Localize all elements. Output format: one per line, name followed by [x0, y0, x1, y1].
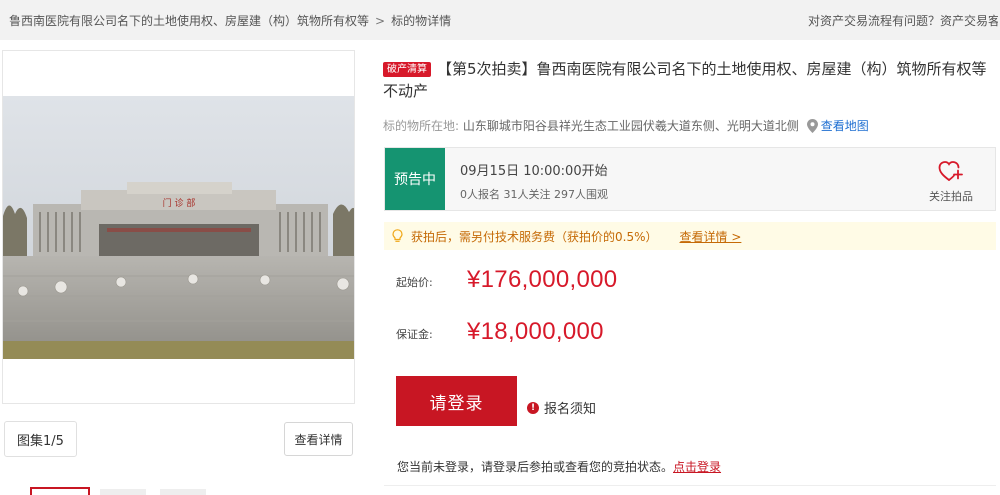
- thumbnail[interactable]: [160, 489, 206, 495]
- section-divider: [384, 485, 996, 495]
- start-price-value: ¥176,000,000: [467, 266, 618, 293]
- login-hint: 您当前未登录，请登录后参拍或查看您的竞拍状态。点击登录: [397, 458, 721, 475]
- lot-title: 【第5次拍卖】鲁西南医院有限公司名下的土地使用权、房屋建（构）筑物所有权等不动产: [383, 60, 987, 100]
- map-pin-icon: [806, 119, 818, 133]
- hospital-photo[interactable]: 门 诊 部: [3, 96, 355, 359]
- follow-label: 关注拍品: [929, 190, 973, 203]
- gallery-counter[interactable]: 图集1/5: [4, 421, 77, 457]
- auction-stats: 0人报名 31人关注 297人围观: [460, 188, 608, 201]
- breadcrumb-separator: >: [375, 14, 386, 28]
- exclamation-icon: !: [527, 401, 539, 414]
- view-details-button[interactable]: 查看详情: [284, 422, 353, 456]
- auction-start-time: 09月15日 10:00:00开始: [460, 164, 608, 179]
- lot-title-block: 破产清算 【第5次拍卖】鲁西南医院有限公司名下的土地使用权、房屋建（构）筑物所有权…: [383, 58, 995, 102]
- view-map-link[interactable]: 查看地图: [821, 119, 869, 133]
- help-link[interactable]: 对资产交易流程有问题？资产交易客: [808, 12, 998, 29]
- click-login-link[interactable]: 点击登录: [673, 460, 721, 474]
- deposit-label: 保证金:: [396, 328, 433, 341]
- main-image-frame: 门 诊 部: [2, 50, 355, 404]
- signup-notes-label: 报名须知: [544, 402, 597, 417]
- thumbnail-selected[interactable]: [30, 487, 90, 495]
- service-fee-notice: 获拍后，需另付技术服务费（获拍价的0.5%） 查看详情 >: [384, 222, 996, 250]
- breadcrumb-item-lot[interactable]: 鲁西南医院有限公司名下的土地使用权、房屋建（构）筑物所有权等: [9, 14, 369, 28]
- notice-text: 获拍后，需另付技术服务费（获拍价的0.5%）: [411, 229, 658, 244]
- status-badge: 预告中: [385, 148, 445, 210]
- bankruptcy-tag: 破产清算: [383, 62, 431, 77]
- start-price-label: 起始价:: [396, 276, 433, 289]
- auction-status-panel: 预告中 09月15日 10:00:00开始 0人报名 31人关注 297人围观 …: [384, 147, 996, 211]
- building-sign: 门 诊 部: [163, 197, 196, 209]
- heart-plus-icon: [938, 161, 963, 181]
- login-hint-text: 您当前未登录，请登录后参拍或查看您的竞拍状态。: [397, 460, 674, 474]
- top-bar: 鲁西南医院有限公司名下的土地使用权、房屋建（构）筑物所有权等 > 标的物详情 对资产…: [0, 0, 1000, 40]
- bulb-icon: [392, 229, 403, 242]
- breadcrumb-item-detail[interactable]: 标的物详情: [391, 14, 451, 28]
- notice-details-link[interactable]: 查看详情 >: [680, 228, 742, 245]
- location-label: 标的物所在地:: [383, 119, 460, 133]
- login-button[interactable]: 请登录: [396, 376, 517, 426]
- deposit-value: ¥18,000,000: [467, 318, 604, 345]
- location-row: 标的物所在地: 山东聊城市阳谷县祥光生态工业园伏羲大道东侧、光明大道北侧 查看地…: [383, 117, 869, 134]
- signup-notes-link[interactable]: ! 报名须知: [527, 398, 596, 417]
- location-address: 山东聊城市阳谷县祥光生态工业园伏羲大道东侧、光明大道北侧: [462, 119, 799, 133]
- thumbnail[interactable]: [100, 489, 146, 495]
- follow-button[interactable]: 关注拍品: [921, 160, 981, 204]
- breadcrumb: 鲁西南医院有限公司名下的土地使用权、房屋建（构）筑物所有权等 > 标的物详情: [9, 12, 451, 29]
